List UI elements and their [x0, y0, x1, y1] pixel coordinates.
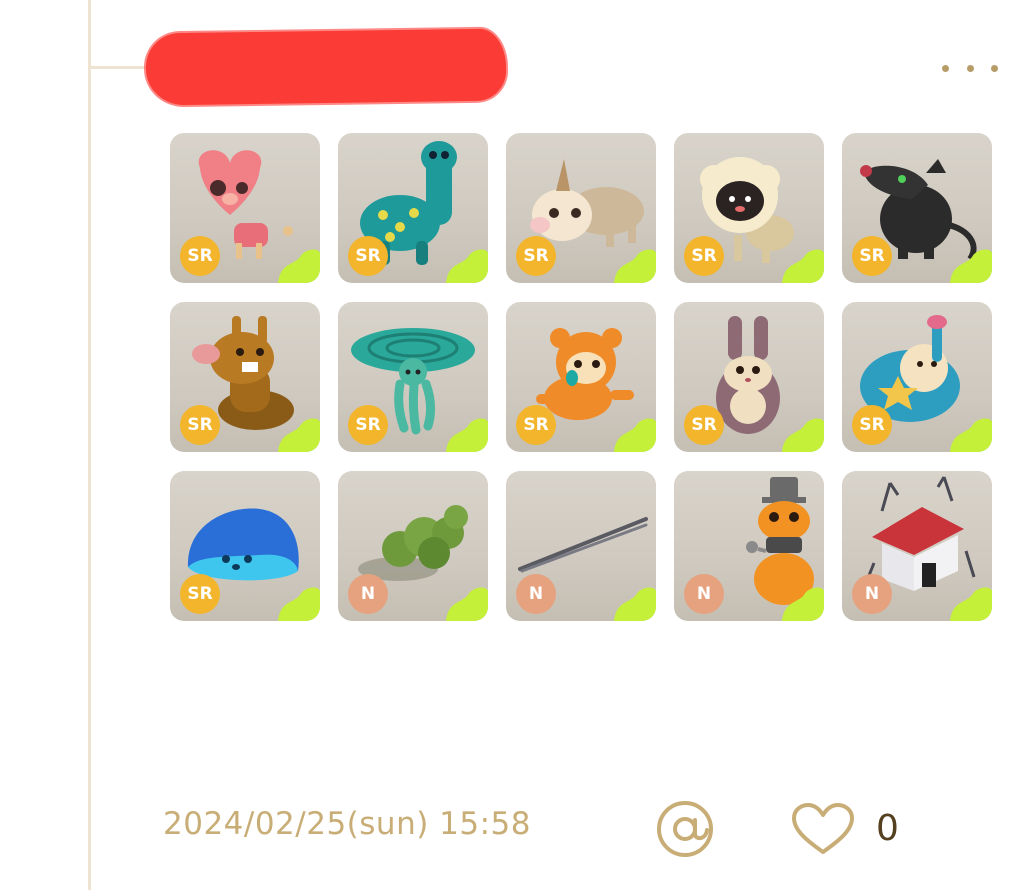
rarity-badge: SR — [852, 405, 892, 445]
rarity-badge: SR — [348, 236, 388, 276]
item-card[interactable]: SR — [842, 133, 992, 283]
rarity-badge: SR — [180, 405, 220, 445]
item-card[interactable]: N — [338, 471, 488, 621]
more-dot-icon — [942, 64, 949, 72]
rarity-badge: SR — [516, 236, 556, 276]
item-card[interactable]: SR — [170, 133, 320, 283]
item-card[interactable]: SR — [842, 302, 992, 452]
redacted-username — [145, 28, 507, 106]
mention-icon[interactable] — [654, 798, 716, 860]
leaf-icon — [446, 418, 488, 452]
rarity-badge: N — [684, 574, 724, 614]
rarity-badge: N — [348, 574, 388, 614]
leaf-icon — [614, 249, 656, 283]
leaf-icon — [278, 249, 320, 283]
leaf-icon — [446, 249, 488, 283]
item-card[interactable]: SR — [170, 471, 320, 621]
like-count: 0 — [876, 808, 899, 849]
timeline-line — [88, 0, 91, 890]
rarity-badge: SR — [180, 574, 220, 614]
leaf-icon — [950, 587, 992, 621]
rarity-badge: SR — [684, 236, 724, 276]
post-timestamp: 2024/02/25(sun) 15:58 — [163, 806, 531, 842]
leaf-icon — [446, 587, 488, 621]
item-card[interactable]: SR — [506, 302, 656, 452]
item-card[interactable]: N — [842, 471, 992, 621]
item-card[interactable]: SR — [674, 133, 824, 283]
more-dot-icon — [966, 64, 974, 72]
item-card[interactable]: SR — [338, 302, 488, 452]
item-card[interactable]: N — [674, 471, 824, 621]
rarity-badge: SR — [348, 405, 388, 445]
leaf-icon — [950, 249, 992, 283]
leaf-icon — [950, 418, 992, 452]
rarity-badge: SR — [684, 405, 724, 445]
more-dot-icon — [991, 64, 998, 72]
timeline-branch — [88, 66, 150, 69]
leaf-icon — [782, 418, 824, 452]
rarity-badge: N — [852, 574, 892, 614]
leaf-icon — [614, 587, 656, 621]
item-grid: SR SR SR SR SR SR SR SR SR SR SR N N N N — [170, 133, 994, 621]
item-card[interactable]: SR — [674, 302, 824, 452]
more-options-button[interactable] — [942, 58, 998, 78]
leaf-icon — [278, 418, 320, 452]
item-card[interactable]: SR — [170, 302, 320, 452]
rarity-badge: SR — [180, 236, 220, 276]
leaf-icon — [782, 587, 824, 621]
item-card[interactable]: SR — [506, 133, 656, 283]
heart-icon[interactable] — [790, 802, 856, 858]
item-card[interactable]: N — [506, 471, 656, 621]
leaf-icon — [782, 249, 824, 283]
leaf-icon — [614, 418, 656, 452]
rarity-badge: SR — [516, 405, 556, 445]
rarity-badge: SR — [852, 236, 892, 276]
rarity-badge: N — [516, 574, 556, 614]
item-card[interactable]: SR — [338, 133, 488, 283]
leaf-icon — [278, 587, 320, 621]
